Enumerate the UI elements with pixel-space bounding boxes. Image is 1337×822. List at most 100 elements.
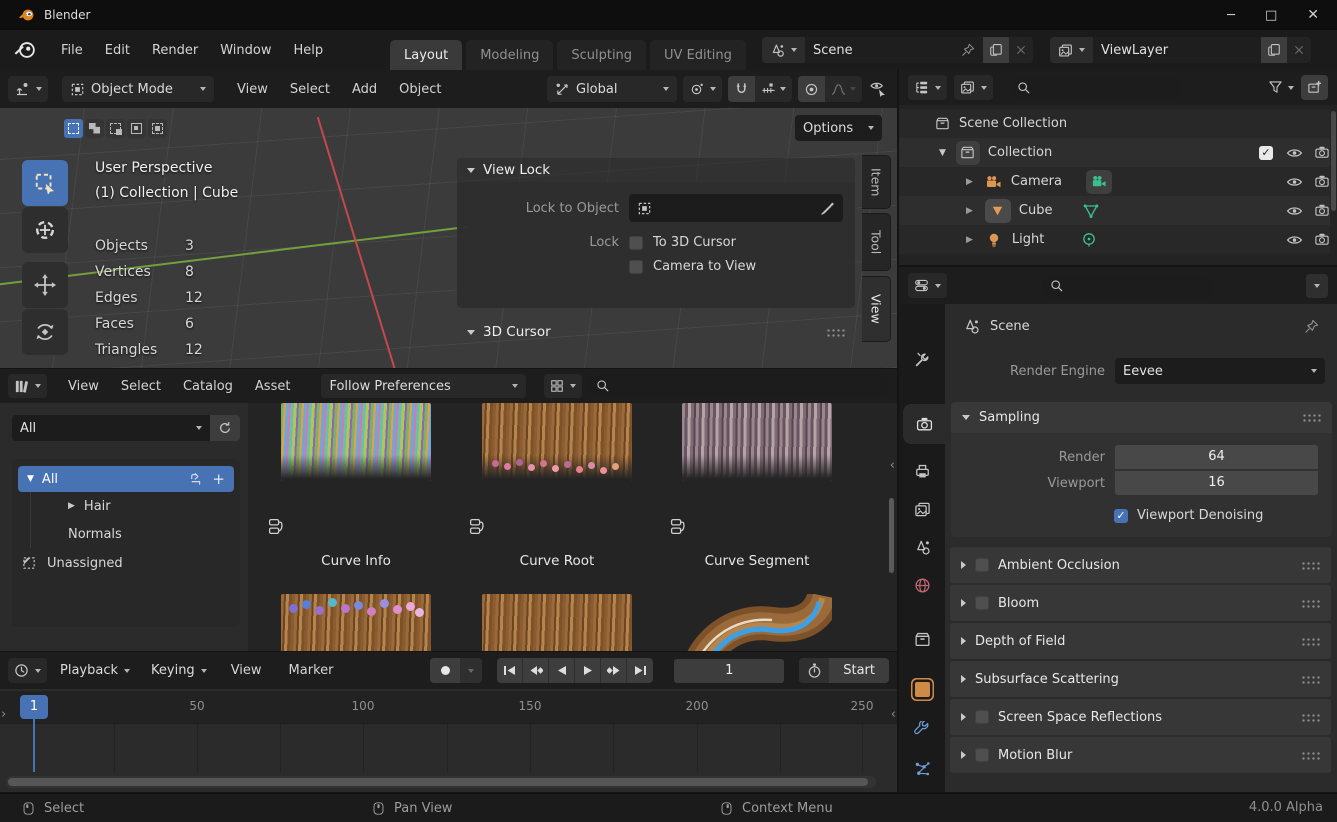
falloff-dropdown[interactable] — [825, 82, 862, 97]
tab-output[interactable] — [899, 452, 945, 490]
eye-toggle-icon[interactable] — [1286, 176, 1303, 188]
disclosure-triangle-icon[interactable]: ▶ — [966, 206, 973, 216]
eye-toggle-icon[interactable] — [1286, 234, 1303, 246]
timeline-menu-marker[interactable]: Marker — [278, 658, 345, 684]
sidebar-tab-view[interactable]: View — [862, 276, 891, 342]
grip-dots-icon[interactable] — [1302, 413, 1321, 422]
eyedropper-icon[interactable] — [820, 201, 835, 216]
asset-label-curve-root[interactable]: Curve Root — [482, 553, 632, 569]
viewlayer-new-button[interactable] — [1261, 37, 1287, 63]
asset-label-curve-segment[interactable]: Curve Segment — [682, 553, 832, 569]
sidebar-tab-tool[interactable]: Tool — [862, 213, 891, 271]
snap-settings-dropdown[interactable] — [755, 82, 792, 97]
asset-label-curve-info[interactable]: Curve Info — [281, 553, 431, 569]
light-data-icon[interactable] — [1081, 232, 1097, 248]
select-extend-mode[interactable] — [85, 119, 104, 138]
select-set-mode[interactable] — [64, 119, 83, 138]
tab-view-layer[interactable] — [899, 490, 945, 528]
jump-to-start-button[interactable] — [497, 658, 523, 683]
asset-scrollbar[interactable] — [889, 498, 894, 573]
panel-subsurface-scattering[interactable]: Subsurface Scattering — [950, 661, 1331, 697]
catalog-item-all[interactable]: ▼ All + — [18, 466, 234, 492]
pin-icon[interactable] — [961, 43, 975, 57]
timeline-editor-type-button[interactable] — [8, 658, 47, 683]
viewport-menu-object[interactable]: Object — [388, 76, 452, 102]
outliner-display-mode-button[interactable] — [954, 75, 993, 100]
eye-toggle-icon[interactable] — [1286, 205, 1303, 217]
panel-depth-of-field[interactable]: Depth of Field — [950, 623, 1331, 659]
viewlayer-name-field[interactable]: ViewLayer — [1093, 37, 1261, 63]
close-button[interactable]: ✕ — [1307, 7, 1319, 23]
region-collapse-arrow[interactable]: ‹ — [891, 707, 896, 722]
asset-menu-catalog[interactable]: Catalog — [172, 373, 244, 399]
outliner-row-light[interactable]: ▶ Light — [899, 225, 1330, 254]
asset-editor-type-button[interactable] — [8, 374, 47, 398]
catalog-item-unassigned[interactable]: Unassigned — [18, 548, 234, 578]
viewlayer-remove-button[interactable] — [1287, 37, 1311, 63]
render-engine-dropdown[interactable]: Eevee — [1115, 358, 1325, 384]
properties-options-dropdown[interactable] — [1306, 274, 1328, 298]
keying-dropdown[interactable]: Keying — [143, 658, 215, 684]
playback-dropdown[interactable]: Playback — [52, 658, 138, 684]
timeline-scrollbar[interactable] — [6, 776, 876, 788]
autokey-settings-dropdown[interactable] — [460, 658, 482, 683]
tab-world[interactable] — [899, 566, 945, 604]
grip-dots-icon[interactable] — [1301, 713, 1320, 722]
cursor-tool[interactable] — [22, 207, 68, 253]
viewport-denoising-checkbox[interactable]: ✓ — [1114, 509, 1128, 523]
disclosure-triangle-icon[interactable]: ▶ — [966, 177, 973, 187]
use-preview-range-toggle[interactable] — [799, 658, 829, 683]
asset-menu-asset[interactable]: Asset — [244, 373, 302, 399]
filter-dropdown[interactable] — [1268, 80, 1294, 95]
select-subtract-mode[interactable] — [106, 119, 125, 138]
disclosure-triangle-icon[interactable]: ▶ — [966, 235, 973, 245]
grip-dots-icon[interactable] — [1301, 751, 1320, 760]
editor-type-button[interactable] — [8, 76, 48, 102]
tab-physics[interactable] — [899, 790, 945, 792]
camera-toggle-icon[interactable] — [1314, 203, 1330, 218]
region-expand-arrow[interactable]: › — [1, 707, 6, 722]
grip-dots-icon[interactable] — [826, 328, 845, 337]
refresh-library-button[interactable] — [210, 415, 240, 441]
timeline-menu-view[interactable]: View — [220, 658, 273, 684]
tab-object[interactable] — [899, 670, 945, 708]
outliner-row-cube[interactable]: ▶ Cube — [899, 196, 1330, 225]
motion-blur-checkbox[interactable] — [975, 748, 989, 762]
properties-search-input[interactable] — [1042, 274, 1212, 298]
asset-menu-select[interactable]: Select — [110, 373, 172, 399]
asset-thumbnail-row2-3[interactable] — [682, 594, 832, 651]
asset-thumbnail-curve-info[interactable] — [281, 403, 431, 481]
outliner-row-scene-collection[interactable]: Scene Collection — [899, 109, 1330, 138]
menu-render[interactable]: Render — [141, 37, 209, 63]
tab-collection[interactable] — [899, 620, 945, 658]
lock-to-object-field[interactable] — [629, 194, 843, 222]
grip-dots-icon[interactable] — [1301, 599, 1320, 608]
outliner-editor-type-button[interactable] — [908, 75, 947, 100]
outliner-scrollbar[interactable] — [1331, 111, 1336, 211]
cursor-panel-header[interactable]: 3D Cursor — [457, 319, 855, 345]
ambient-occlusion-checkbox[interactable] — [975, 558, 989, 572]
tab-render[interactable] — [903, 404, 945, 444]
outliner-row-camera[interactable]: ▶ Camera — [899, 167, 1330, 196]
camera-toggle-icon[interactable] — [1314, 145, 1330, 160]
viewport-menu-add[interactable]: Add — [341, 76, 388, 102]
panel-screen-space-reflections[interactable]: Screen Space Reflections — [950, 699, 1331, 735]
asset-thumbnail-row2-1[interactable] — [281, 594, 431, 651]
grip-dots-icon[interactable] — [1301, 637, 1320, 646]
panel-motion-blur[interactable]: Motion Blur — [950, 737, 1331, 773]
camera-toggle-icon[interactable] — [1314, 232, 1330, 247]
select-box-tool[interactable] — [22, 160, 68, 206]
pin-icon[interactable] — [1304, 319, 1319, 334]
prev-keyframe-button[interactable] — [523, 658, 549, 683]
outliner-search-input[interactable] — [1009, 76, 1179, 100]
select-invert-mode[interactable] — [127, 119, 146, 138]
asset-thumbnail-curve-segment[interactable] — [682, 403, 832, 481]
timeline-tracks[interactable] — [0, 723, 897, 772]
collection-checkbox[interactable]: ✓ — [1259, 146, 1273, 160]
display-mode-dropdown[interactable] — [544, 374, 582, 398]
sampling-render-field[interactable]: 64 — [1115, 445, 1318, 469]
snap-toggle[interactable] — [728, 76, 755, 102]
breadcrumb-label[interactable]: Scene — [990, 319, 1294, 334]
scene-new-button[interactable] — [983, 37, 1009, 63]
move-tool[interactable] — [22, 262, 68, 308]
